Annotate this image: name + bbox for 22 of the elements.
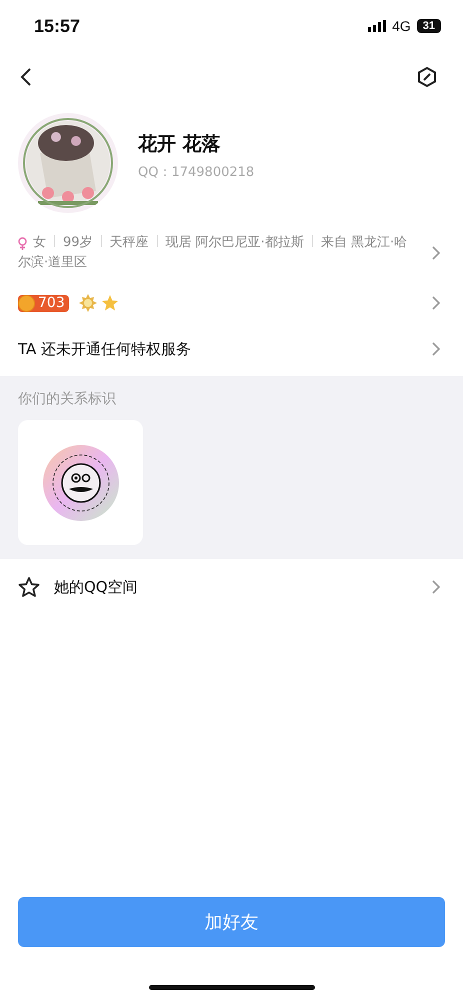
hexagon-icon[interactable] xyxy=(417,66,437,88)
chevron-icon[interactable] xyxy=(431,341,441,357)
chevron-icon[interactable] xyxy=(431,295,441,311)
qq-number: QQ：1749800218 xyxy=(138,164,254,181)
privilege-text: TA 还未开通任何特权服务 xyxy=(18,340,192,358)
battery-icon: 31 xyxy=(416,19,441,33)
level-badge: 703 xyxy=(18,294,69,312)
qzone-link[interactable]: 她的QQ空间 xyxy=(54,578,138,596)
signal-icon xyxy=(368,20,386,32)
profile-name: 花开 花落 xyxy=(138,132,222,157)
star-outline-icon xyxy=(18,576,40,598)
section-title: 你们的关系标识 xyxy=(18,390,117,408)
back-icon[interactable] xyxy=(20,67,32,87)
chevron-icon[interactable] xyxy=(431,245,441,261)
sun-icon xyxy=(78,294,97,312)
profile-info-text: 女 99岁 天秤座 现居 阿尔巴尼亚·都拉斯 来自 黑龙江·哈尔滨·道里区 xyxy=(18,234,408,272)
chevron-icon[interactable] xyxy=(431,579,441,595)
network-label: 4G xyxy=(392,18,411,34)
relation-card[interactable] xyxy=(18,420,143,545)
status-time: 15:57 xyxy=(34,16,80,36)
star-icon xyxy=(100,294,119,312)
female-icon xyxy=(18,237,27,250)
